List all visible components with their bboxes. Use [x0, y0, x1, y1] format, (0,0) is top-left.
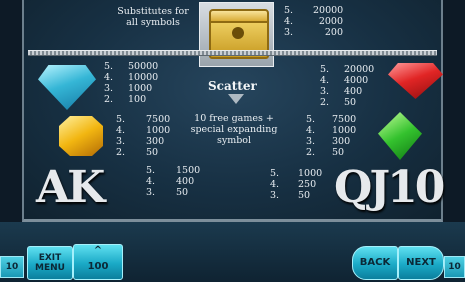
green-gem-counts: 5. 4. 3. 2.: [306, 114, 316, 158]
back-button[interactable]: BACK: [352, 246, 398, 280]
bet-stepper[interactable]: ^ 100: [73, 244, 123, 280]
scatter-arrow-icon: [228, 94, 244, 104]
substitutes-text: Substitutes for all symbols: [117, 6, 189, 28]
lines-display[interactable]: 10: [0, 256, 24, 278]
scatter-description: 10 free games + special expanding symbol: [190, 113, 278, 146]
next-button[interactable]: NEXT: [398, 246, 444, 280]
bet-value: 100: [87, 261, 109, 272]
chevron-up-icon[interactable]: ^: [74, 245, 122, 256]
red-gem-counts: 5. 4. 3. 2.: [320, 64, 330, 108]
scatter-label: Scatter: [208, 79, 257, 93]
blue-gem-counts: 5. 4. 3. 2.: [104, 61, 114, 105]
scatter-pay-values: 20000 2000 200: [313, 5, 344, 38]
scatter-symbol-frame: [199, 2, 274, 67]
yellow-gem-icon: [59, 116, 103, 156]
scatter-pay-counts: 5. 4. 3.: [284, 5, 294, 38]
green-gem-values: 7500 1000 300 50: [332, 114, 357, 158]
qj10-counts: 5. 4. 3.: [270, 168, 280, 201]
qj10-values: 1000 250 50: [298, 168, 323, 201]
qj10-symbol: QJ10: [334, 162, 445, 213]
yellow-gem-counts: 5. 4. 3. 2.: [116, 114, 126, 158]
blue-gem-values: 50000 10000 1000 100: [128, 61, 159, 105]
ak-values: 1500 400 50: [176, 165, 201, 198]
ak-symbol: AK: [36, 162, 105, 213]
decorative-divider: [28, 50, 437, 56]
red-gem-values: 20000 4000 400 50: [344, 64, 375, 108]
yellow-gem-values: 7500 1000 300 50: [146, 114, 171, 158]
exit-menu-button[interactable]: EXIT MENU: [27, 246, 73, 280]
ak-counts: 5. 4. 3.: [146, 165, 156, 198]
right-value-display: 10: [444, 256, 465, 278]
